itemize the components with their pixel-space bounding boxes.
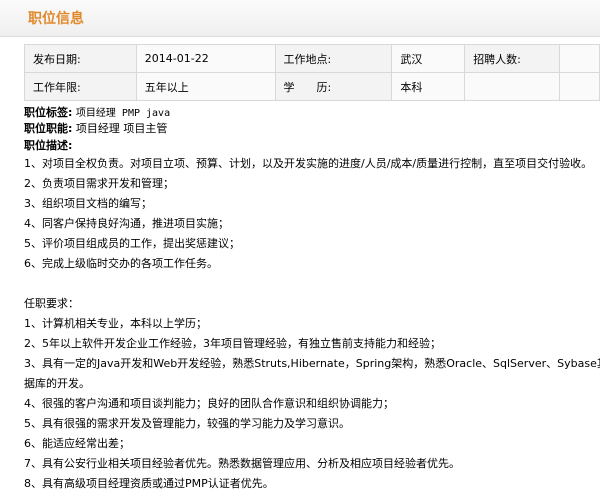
list-item: 据库的开发。 <box>24 377 90 390</box>
list-item: 5、具有很强的需求开发及管理能力，较强的学习能力及学习意识。 <box>24 417 350 430</box>
list-item: 4、很强的客户沟通和项目谈判能力；良好的团队合作意识和组织协调能力； <box>24 397 394 410</box>
list-item: 4、同客户保持良好沟通，推进项目实施； <box>24 217 229 230</box>
table-row: 发布日期: 2014-01-22 工作地点: 武汉 招聘人数: <box>24 44 600 73</box>
job-info-table: 发布日期: 2014-01-22 工作地点: 武汉 招聘人数: 工作年限: 五年… <box>24 44 600 101</box>
empty-cell <box>464 72 561 101</box>
section-title: 职位信息 <box>28 11 84 27</box>
list-item: 2、负责项目需求开发和管理； <box>24 177 174 190</box>
job-description-body: 1、对项目全权负责。对项目立项、预算、计划，以及开发实施的进度/人员/成本/质量… <box>24 154 600 494</box>
job-tags-label: 职位标签: <box>24 106 73 119</box>
location-label: 工作地点: <box>274 44 393 73</box>
publish-date-value: 2014-01-22 <box>135 44 276 73</box>
list-item: 1、对项目全权负责。对项目立项、预算、计划，以及开发实施的进度/人员/成本/质量… <box>24 157 593 170</box>
list-item: 6、完成上级临时交办的各项工作任务。 <box>24 257 218 270</box>
job-functions-label: 职位职能: <box>24 122 73 135</box>
years-label: 工作年限: <box>24 72 137 101</box>
list-item: 6、能适应经常出差； <box>24 437 130 450</box>
table-row: 工作年限: 五年以上 学 历: 本科 <box>24 72 600 101</box>
list-item: 7、具有公安行业相关项目经验者优先。熟悉数据管理应用、分析及相应项目经验者优先。 <box>24 457 460 470</box>
job-tags: 职位标签: 项目经理 PMP java <box>24 105 170 122</box>
list-item: 3、组织项目文档的编写； <box>24 197 152 210</box>
years-value: 五年以上 <box>135 72 276 101</box>
empty-cell <box>559 72 600 101</box>
section-header: 职位信息 <box>0 0 600 37</box>
headcount-label: 招聘人数: <box>464 44 561 73</box>
education-label: 学 历: <box>274 72 393 101</box>
list-item: 5、评价项目组成员的工作，提出奖惩建议； <box>24 237 240 250</box>
publish-date-label: 发布日期: <box>24 44 137 73</box>
list-item: 2、5年以上软件开发企业工作经验，3年项目管理经验，有独立售前支持能力和经验； <box>24 337 441 350</box>
list-item: 3、具有一定的Java开发和Web开发经验，熟悉Struts,Hibernate… <box>24 357 600 370</box>
job-functions-values: 项目经理 项目主管 <box>75 122 168 135</box>
requirements-title: 任职要求： <box>24 297 79 310</box>
job-description-label: 职位描述: <box>24 139 73 152</box>
job-tags-values: 项目经理 PMP java <box>75 108 171 119</box>
job-functions: 职位职能: 项目经理 项目主管 <box>24 121 167 137</box>
location-value: 武汉 <box>391 44 466 73</box>
headcount-value <box>559 44 600 73</box>
list-item: 8、具有高级项目经理资质或通过PMP认证者优先。 <box>24 477 274 490</box>
list-item: 1、计算机相关专业，本科以上学历； <box>24 317 207 330</box>
education-value: 本科 <box>391 72 466 101</box>
